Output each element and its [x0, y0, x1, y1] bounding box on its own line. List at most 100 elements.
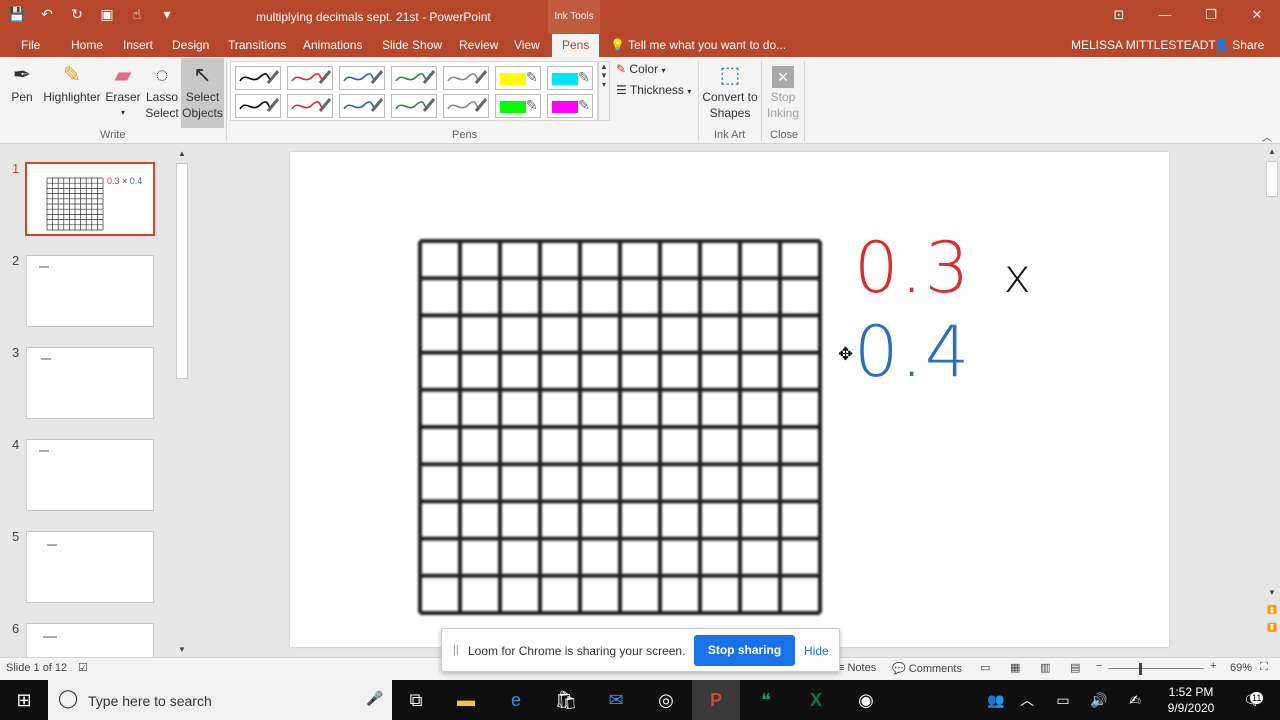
slide-thumbnail-5[interactable]	[26, 531, 154, 603]
present-icon[interactable]: ▣	[98, 6, 116, 23]
touch-icon[interactable]: ☝	[128, 6, 146, 23]
zoom-in-icon[interactable]: +	[1210, 660, 1216, 672]
windows-start-icon[interactable]: ⊞	[0, 680, 48, 720]
task-view-icon[interactable]: ⧉	[392, 680, 440, 720]
pen-swatch[interactable]	[339, 94, 385, 118]
thickness-button[interactable]: ☰ Thickness ▾	[616, 83, 691, 97]
scroll-up-icon[interactable]: ▲	[174, 149, 190, 158]
highlighter-button[interactable]: ✎ Highlighter	[42, 61, 102, 105]
pen-swatch[interactable]	[287, 94, 333, 118]
pens-gallery-scroll[interactable]: ▲ ▼ ▾	[598, 61, 610, 121]
tab-pens[interactable]: Pens	[552, 34, 600, 57]
save-icon[interactable]: 💾	[8, 6, 26, 23]
thumbnails-scrollbar[interactable]: ▲ ▼	[174, 147, 190, 657]
previous-slide-icon[interactable]: ⏫	[1264, 605, 1280, 614]
slide-thumbnail-6[interactable]	[26, 623, 154, 657]
user-name[interactable]: MELISSA MITTLESTEADT	[1071, 38, 1216, 52]
scroll-down-icon[interactable]: ▼	[174, 645, 190, 654]
pen-workspace-icon[interactable]: ✍	[1120, 680, 1150, 720]
pen-swatch[interactable]	[339, 66, 385, 90]
slideshow-view-icon[interactable]: ▤	[1070, 661, 1080, 674]
notes-button[interactable]: ≡ Notes	[838, 662, 876, 674]
slide-thumbnail-3[interactable]	[26, 347, 154, 419]
pen-swatch[interactable]	[235, 94, 281, 118]
edge-icon[interactable]: e	[492, 680, 540, 720]
pen-swatch[interactable]: ✎	[547, 94, 593, 118]
tab-slide-show[interactable]: Slide Show	[382, 38, 442, 52]
slide-scrollbar[interactable]: ▲ ▼ ⏫ ⏬	[1264, 145, 1280, 657]
scroll-down-icon[interactable]: ▼	[1264, 588, 1280, 597]
convert-to-shapes-button[interactable]: ⬚ Convert to Shapes	[702, 61, 758, 121]
slide-thumbnail-4[interactable]	[26, 439, 154, 511]
select-objects-button[interactable]: ↖ Select Objects	[181, 58, 224, 128]
collapse-ribbon-icon[interactable]: ︿	[1262, 129, 1272, 144]
tab-view[interactable]: View	[514, 38, 540, 52]
microphone-icon[interactable]: 🎤	[366, 690, 383, 707]
scrollbar-thumb[interactable]	[1266, 161, 1278, 197]
normal-view-icon[interactable]: ▭	[980, 661, 990, 674]
slide-thumbnail-2[interactable]	[26, 255, 154, 327]
powerpoint-icon[interactable]: P	[692, 680, 740, 720]
chevron-up-icon[interactable]: ︿	[1012, 680, 1042, 720]
minimize-icon[interactable]: —	[1142, 0, 1188, 30]
clock[interactable]: 1:52 PM 9/9/2020	[1160, 684, 1222, 716]
zoom-slider[interactable]	[1108, 668, 1204, 669]
zoom-out-icon[interactable]: −	[1096, 660, 1102, 672]
battery-icon[interactable]: ▭	[1048, 680, 1078, 720]
scrollbar-thumb[interactable]	[176, 163, 188, 379]
file-explorer-icon[interactable]: ▬	[442, 680, 490, 720]
store-icon[interactable]: 🛍	[542, 680, 590, 720]
tab-review[interactable]: Review	[459, 38, 498, 52]
pen-swatch[interactable]	[287, 66, 333, 90]
zoom-slider-thumb[interactable]	[1139, 663, 1142, 675]
pen-swatch[interactable]	[391, 66, 437, 90]
mail-icon[interactable]: ✉	[592, 680, 640, 720]
redo-icon[interactable]: ↻	[68, 6, 86, 23]
customize-icon[interactable]: ▾	[158, 6, 176, 23]
stop-sharing-button[interactable]: Stop sharing	[694, 635, 795, 666]
pen-swatch[interactable]	[443, 94, 489, 118]
ribbon-display-icon[interactable]: ⊡	[1096, 0, 1142, 30]
volume-icon[interactable]: 🔊	[1084, 680, 1114, 720]
chrome-profile-icon[interactable]: ◎	[642, 680, 690, 720]
close-icon[interactable]: ✕	[1234, 0, 1280, 30]
handwritten-equation[interactable]: 0.3 x 0.4	[854, 230, 1169, 390]
tab-design[interactable]: Design	[172, 38, 209, 52]
restore-icon[interactable]: ❐	[1188, 0, 1234, 30]
stop-inking-button[interactable]: ✕ Stop Inking	[764, 61, 802, 121]
pen-swatch[interactable]: ✎	[495, 94, 541, 118]
hide-button[interactable]: Hide	[804, 644, 829, 658]
next-slide-icon[interactable]: ⏬	[1264, 623, 1280, 632]
color-button[interactable]: ✎ Color ▾	[616, 62, 665, 76]
pen-swatch[interactable]: ✎	[495, 66, 541, 90]
reading-view-icon[interactable]: ▥	[1040, 661, 1050, 674]
tab-insert[interactable]: Insert	[123, 38, 153, 52]
slide-thumbnail-1[interactable]: 0.3 × 0.4	[25, 162, 155, 236]
slide-canvas[interactable]: 0.3 x 0.4 ✥	[290, 152, 1169, 647]
excel-icon[interactable]: X	[792, 680, 840, 720]
tell-me-search[interactable]: 💡 Tell me what you want to do...	[610, 38, 786, 52]
tab-file[interactable]: File	[21, 38, 40, 52]
undo-icon[interactable]: ↶	[38, 6, 56, 23]
hundreds-grid-image[interactable]	[418, 239, 822, 615]
pen-swatch[interactable]	[235, 66, 281, 90]
notifications-icon[interactable]: 🗨11	[1228, 680, 1276, 720]
tab-animations[interactable]: Animations	[303, 38, 362, 52]
pen-swatch[interactable]	[443, 66, 489, 90]
lasso-select-button[interactable]: ◌ Lasso Select	[144, 61, 180, 121]
tab-transitions[interactable]: Transitions	[228, 38, 286, 52]
pen-button[interactable]: ✒ Pen	[6, 61, 38, 105]
hangouts-icon[interactable]: ❝	[742, 680, 790, 720]
share-button[interactable]: 👤 Share	[1214, 38, 1264, 52]
slide-sorter-icon[interactable]: ▦	[1010, 661, 1020, 674]
drag-handle-icon[interactable]: ||	[453, 644, 459, 656]
spell-check-icon[interactable]: ☑	[78, 661, 88, 674]
pen-swatch[interactable]	[391, 94, 437, 118]
fit-slide-icon[interactable]: ⛶	[1260, 661, 1268, 674]
scroll-up-icon[interactable]: ▲	[1264, 147, 1280, 156]
pen-swatch[interactable]: ✎	[547, 66, 593, 90]
comments-button[interactable]: 💬 Comments	[892, 662, 962, 675]
zoom-level[interactable]: 69%	[1230, 662, 1252, 674]
tab-home[interactable]: Home	[71, 38, 103, 52]
eraser-button[interactable]: ▰ Eraser ▾	[104, 61, 142, 121]
